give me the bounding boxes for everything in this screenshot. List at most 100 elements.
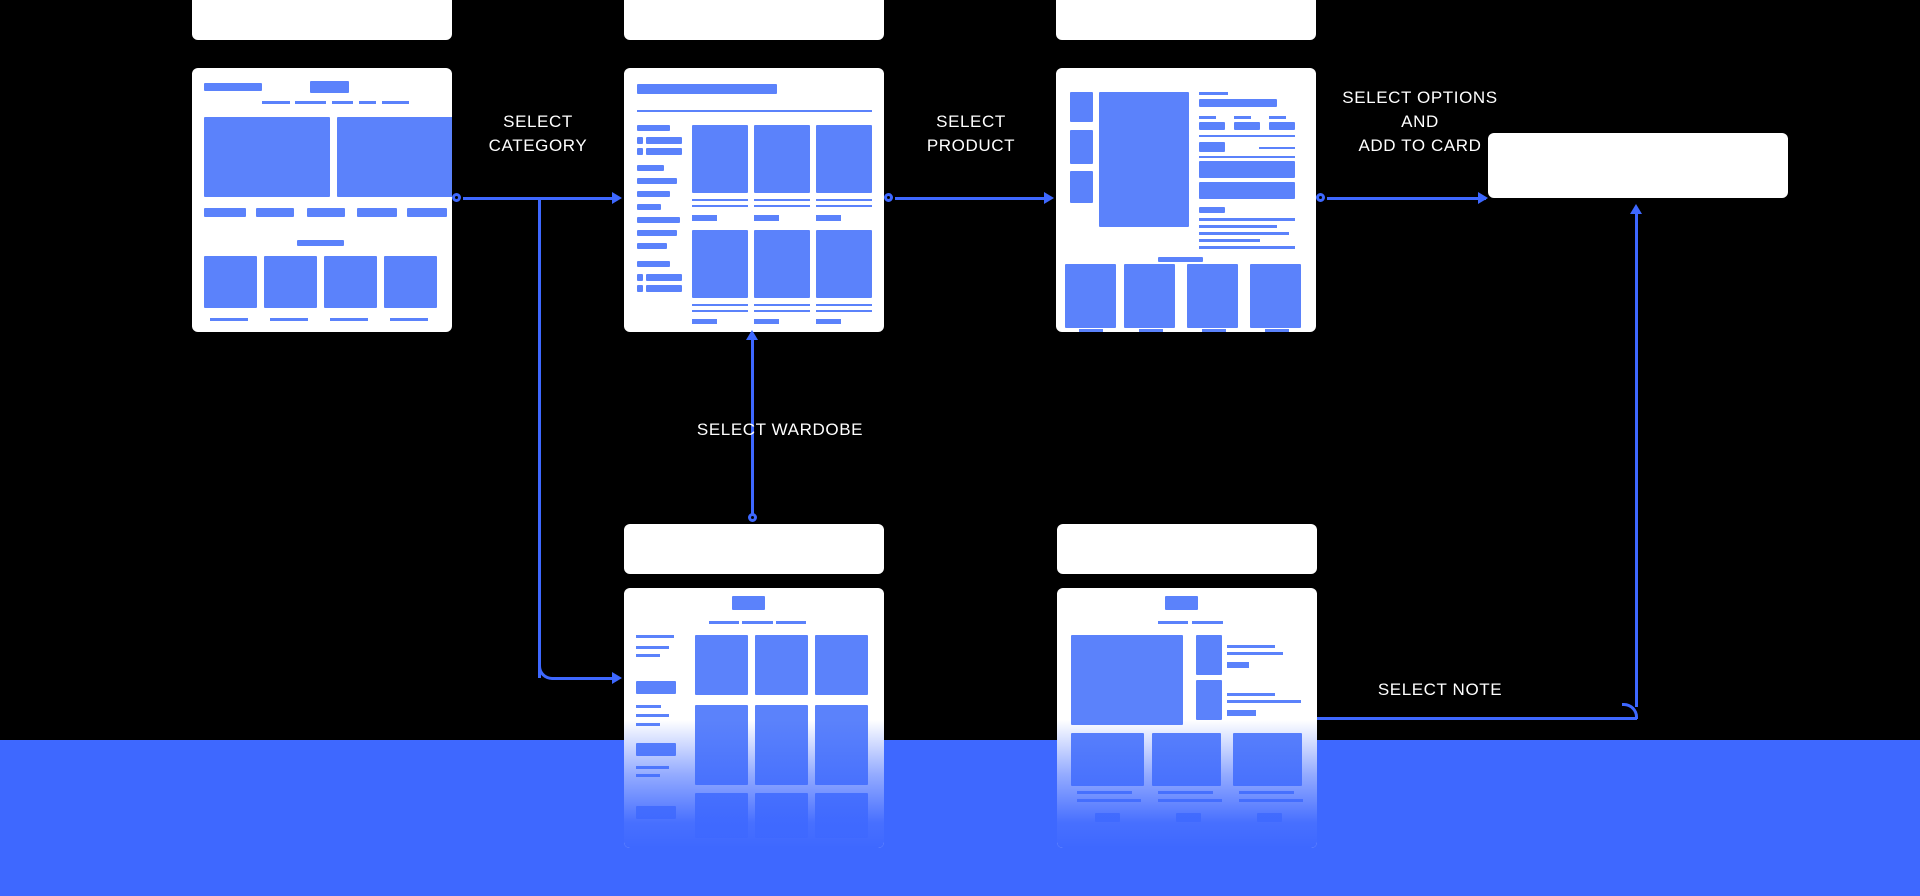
screen-category-card[interactable] — [624, 68, 884, 332]
sidebar-item[interactable] — [636, 714, 669, 717]
note-card-button[interactable] — [1257, 813, 1282, 822]
product-tile[interactable] — [754, 230, 810, 298]
screen-product-card[interactable] — [1056, 68, 1316, 332]
filter-checkbox[interactable] — [637, 137, 643, 144]
connector-note-vertical — [1635, 212, 1638, 707]
filter-option[interactable] — [646, 137, 682, 144]
filter-option[interactable] — [637, 191, 670, 197]
option-swatch[interactable] — [1234, 122, 1260, 130]
description-title — [1199, 207, 1225, 213]
related-tile[interactable] — [1250, 264, 1301, 328]
wardrobe-tile[interactable] — [695, 705, 748, 785]
product-thumbnail[interactable] — [1070, 92, 1093, 122]
note-thumbnail[interactable] — [1196, 680, 1222, 720]
tile-caption — [692, 310, 748, 312]
wardrobe-tile[interactable] — [815, 793, 868, 838]
sidebar-item[interactable] — [636, 723, 660, 726]
nav-link — [382, 101, 409, 104]
tile-caption — [754, 215, 779, 221]
filter-option[interactable] — [646, 274, 682, 281]
page-title-pill — [732, 596, 765, 610]
sidebar-button[interactable] — [636, 806, 676, 819]
screen-cart-card[interactable] — [1488, 133, 1788, 198]
note-thumbnail[interactable] — [1196, 635, 1222, 675]
filter-option[interactable] — [646, 285, 682, 292]
wardrobe-tile[interactable] — [755, 635, 808, 695]
connector-origin-dot-wardrobe — [748, 513, 757, 522]
note-card-caption — [1077, 799, 1141, 802]
wardrobe-tile[interactable] — [815, 635, 868, 695]
product-tile[interactable] — [816, 230, 872, 298]
screen-product-header[interactable] — [1056, 0, 1316, 40]
screen-note-card[interactable] — [1057, 588, 1317, 848]
sidebar-item[interactable] — [636, 654, 660, 657]
option-swatch[interactable] — [1269, 122, 1295, 130]
wardrobe-tile[interactable] — [695, 793, 748, 838]
filter-option[interactable] — [646, 148, 682, 155]
sidebar-item[interactable] — [636, 766, 669, 769]
filter-option[interactable] — [637, 243, 667, 249]
filter-option[interactable] — [637, 217, 680, 223]
hero-image-side — [337, 117, 452, 197]
product-tile[interactable] — [692, 230, 748, 298]
secondary-button[interactable] — [1199, 182, 1295, 199]
filter-checkbox[interactable] — [637, 274, 643, 281]
filter-option[interactable] — [637, 204, 661, 210]
wardrobe-tile[interactable] — [695, 635, 748, 695]
screen-note-header[interactable] — [1057, 524, 1317, 574]
product-title — [1199, 99, 1277, 107]
note-row-text — [1227, 652, 1283, 655]
quantity-stepper[interactable] — [1199, 142, 1225, 152]
label-select-wardobe: SELECT WARDOBE — [696, 420, 864, 439]
related-tile[interactable] — [1124, 264, 1175, 328]
screen-wardrobe-card[interactable] — [624, 588, 884, 848]
tab-link[interactable] — [742, 621, 773, 624]
sidebar-button[interactable] — [636, 681, 676, 694]
connector-product-to-cart — [1327, 197, 1486, 200]
product-tile[interactable] — [816, 125, 872, 193]
tab-link[interactable] — [709, 621, 739, 624]
product-thumbnail[interactable] — [1070, 171, 1093, 203]
screen-category-content — [624, 68, 884, 332]
product-tile[interactable] — [692, 125, 748, 193]
note-card-button[interactable] — [1176, 813, 1201, 822]
product-main-image — [1099, 92, 1189, 227]
filter-checkbox[interactable] — [637, 285, 643, 292]
sidebar-item[interactable] — [636, 774, 660, 777]
nav-link — [295, 101, 326, 104]
filter-option[interactable] — [637, 230, 677, 236]
related-tile[interactable] — [1065, 264, 1116, 328]
wardrobe-tile[interactable] — [755, 705, 808, 785]
filter-checkbox[interactable] — [637, 148, 643, 155]
logo-block — [204, 83, 262, 91]
related-tile[interactable] — [1187, 264, 1238, 328]
sidebar-item[interactable] — [636, 646, 669, 649]
note-row-meta — [1227, 662, 1249, 668]
add-to-cart-button[interactable] — [1199, 161, 1295, 178]
product-thumbnail[interactable] — [1070, 130, 1093, 164]
option-label — [1269, 116, 1286, 119]
bottom-blue-band — [0, 740, 1920, 896]
tab-link[interactable] — [776, 621, 806, 624]
screen-wardrobe-header[interactable] — [624, 524, 884, 574]
sidebar-button[interactable] — [636, 743, 676, 756]
filter-group-title — [637, 125, 670, 131]
connector-category-to-product — [895, 197, 1046, 200]
screen-home-card[interactable] — [192, 68, 452, 332]
wardrobe-tile[interactable] — [815, 705, 868, 785]
note-card-tile[interactable] — [1233, 733, 1302, 786]
tab-link[interactable] — [1192, 621, 1223, 624]
tab-link[interactable] — [1158, 621, 1188, 624]
option-swatch[interactable] — [1199, 122, 1225, 130]
note-card-tile[interactable] — [1152, 733, 1221, 786]
nav-link — [332, 101, 353, 104]
note-card-button[interactable] — [1095, 813, 1120, 822]
screen-category-header[interactable] — [624, 0, 884, 40]
note-card-tile[interactable] — [1071, 733, 1144, 786]
wardrobe-tile[interactable] — [755, 793, 808, 838]
description-line — [1199, 218, 1295, 221]
product-tile[interactable] — [754, 125, 810, 193]
tile-caption — [754, 304, 810, 306]
filter-option[interactable] — [637, 178, 677, 184]
screen-home-header[interactable] — [192, 0, 452, 40]
